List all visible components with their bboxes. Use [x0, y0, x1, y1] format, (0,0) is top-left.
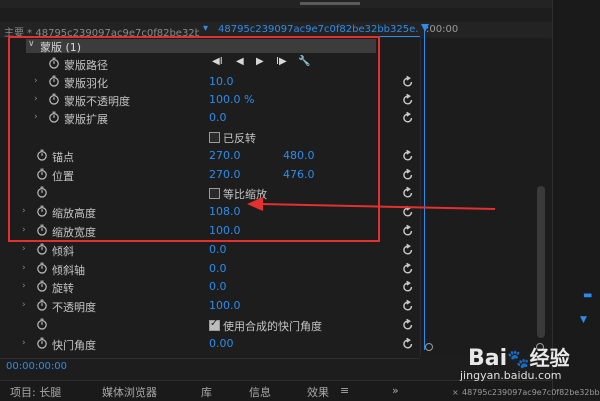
stopwatch-icon[interactable]	[36, 299, 48, 311]
opacity-row: › 不透明度 100.0	[0, 297, 420, 315]
baidu-paw-icon: 🐾	[507, 349, 530, 370]
ruler-timecode: :00:00	[426, 24, 459, 35]
reset-icon[interactable]	[402, 93, 414, 105]
shutter-angle-row: › 快门角度 0.00	[0, 335, 420, 353]
expand-icon[interactable]: ›	[22, 338, 30, 348]
skew-value[interactable]: 0.0	[209, 243, 227, 256]
stopwatch-icon[interactable]	[36, 337, 48, 349]
rotation-value[interactable]: 0.0	[209, 280, 227, 293]
tab-highlight	[300, 2, 360, 5]
expand-icon[interactable]: ›	[22, 300, 30, 310]
reset-icon[interactable]	[402, 337, 414, 349]
watermark-bai: Bai	[468, 346, 508, 371]
program-monitor-edge: ▬ ▼	[552, 0, 600, 400]
clip-dropdown-icon[interactable]: ▾	[203, 23, 208, 34]
comp-shutter-row: 使用合成的快门角度	[0, 316, 420, 334]
reset-icon[interactable]	[402, 243, 414, 255]
skew-axis-label: 倾斜轴	[52, 264, 85, 277]
comp-shutter-checkbox[interactable]	[209, 318, 220, 331]
reset-icon[interactable]	[402, 168, 414, 180]
rotation-label: 旋转	[52, 282, 74, 295]
tab-media-browser[interactable]: 媒体浏览器	[102, 384, 157, 400]
stopwatch-icon[interactable]	[36, 243, 48, 255]
reset-icon[interactable]	[402, 75, 414, 87]
pointer-arrow-icon	[247, 197, 496, 211]
current-timecode[interactable]: 00:00:00:00	[6, 361, 67, 372]
tab-effects[interactable]: 效果	[307, 384, 329, 400]
opacity-value[interactable]: 100.0	[209, 299, 241, 312]
tab-libraries[interactable]: 库	[201, 384, 212, 400]
reset-icon[interactable]	[402, 280, 414, 292]
expand-icon[interactable]: ›	[22, 263, 30, 273]
timeline-scrollbar[interactable]	[537, 186, 545, 338]
tab-menu-icon[interactable]: ≡	[340, 384, 349, 397]
skew-axis-row: › 倾斜轴 0.0	[0, 260, 420, 278]
reset-icon[interactable]	[402, 149, 414, 161]
active-clip-label[interactable]: 48795c239097ac9e7c0f82be32bb325e...	[218, 24, 418, 35]
watermark-jingyan: 经验	[529, 346, 570, 370]
panel-divider	[0, 358, 420, 359]
shutter-angle-value[interactable]: 0.00	[209, 337, 234, 350]
shutter-angle-label: 快门角度	[52, 339, 96, 352]
playhead-handle-icon[interactable]	[421, 24, 429, 32]
reset-icon[interactable]	[402, 299, 414, 311]
tab-info[interactable]: 信息	[249, 384, 271, 400]
footer-clip-label[interactable]: 48795c239097ac9e7c0f82be32bb325e...	[462, 388, 600, 397]
opacity-label: 不透明度	[52, 301, 96, 314]
skew-label: 倾斜	[52, 245, 74, 258]
monitor-playhead-icon: ▼	[580, 315, 587, 325]
close-icon[interactable]: ×	[452, 388, 459, 397]
playhead-line[interactable]	[424, 24, 425, 350]
skew-row: › 倾斜 0.0	[0, 241, 420, 259]
expand-icon[interactable]: ›	[22, 244, 30, 254]
reset-icon[interactable]	[402, 224, 414, 236]
skew-axis-value[interactable]: 0.0	[209, 262, 227, 275]
zoom-left-handle-icon[interactable]	[425, 343, 433, 351]
baidu-watermark: Bai🐾经验	[468, 342, 570, 371]
reset-icon[interactable]	[402, 111, 414, 123]
monitor-marker-icon: ▬	[583, 290, 593, 301]
top-bar	[0, 0, 600, 8]
reset-icon[interactable]	[402, 262, 414, 274]
stopwatch-icon[interactable]	[36, 318, 48, 330]
stopwatch-icon[interactable]	[36, 262, 48, 274]
reset-icon[interactable]	[402, 318, 414, 330]
comp-shutter-label: 使用合成的快门角度	[223, 320, 322, 333]
expand-icon[interactable]: ›	[22, 281, 30, 291]
tab-overflow-icon[interactable]: »	[392, 384, 399, 397]
rotation-row: › 旋转 0.0	[0, 278, 420, 296]
tab-project[interactable]: 项目: 长腿	[10, 384, 61, 400]
stopwatch-icon[interactable]	[36, 280, 48, 292]
watermark-url: jingyan.baidu.com	[460, 369, 562, 382]
